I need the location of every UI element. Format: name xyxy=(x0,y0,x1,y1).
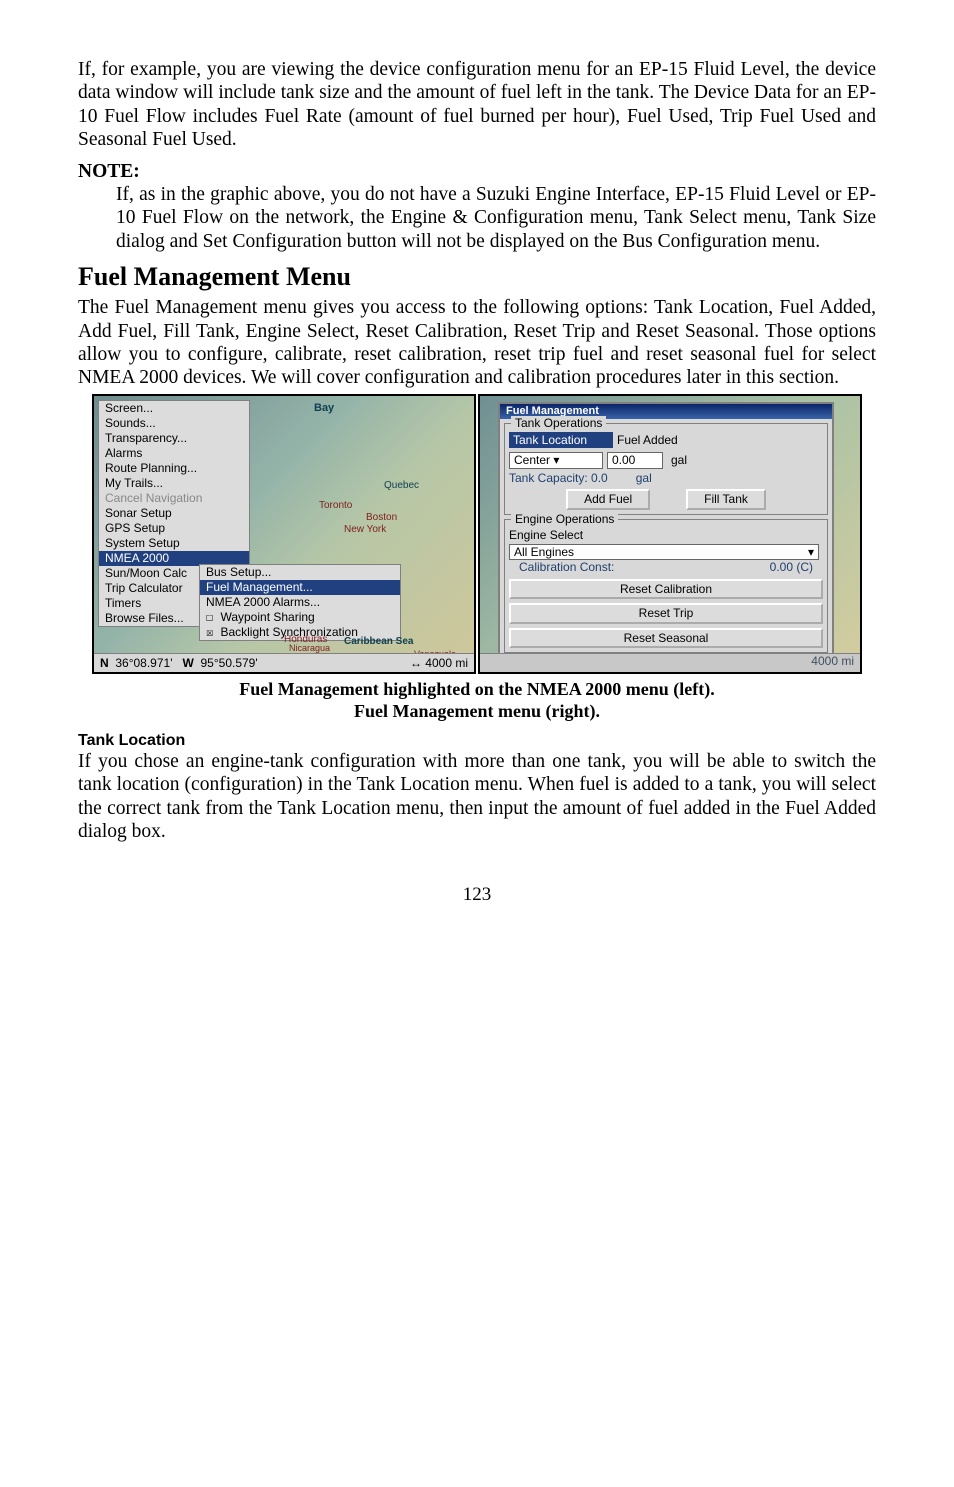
engine-operations-group: Engine Operations Engine Select All Engi… xyxy=(504,519,828,653)
section-heading: Fuel Management Menu xyxy=(78,261,876,292)
menu-item[interactable]: System Setup xyxy=(99,536,249,551)
figure-caption: Fuel Management highlighted on the NMEA … xyxy=(78,678,876,723)
fuel-management-dialog: Fuel Management Tank Operations Tank Loc… xyxy=(498,402,834,657)
map-label-caribbean: Caribbean Sea xyxy=(344,636,413,648)
menu-item[interactable]: Sounds... xyxy=(99,416,249,431)
menu-item[interactable]: GPS Setup xyxy=(99,521,249,536)
tank-capacity-unit: gal xyxy=(636,471,652,485)
submenu-item-selected[interactable]: Fuel Management... xyxy=(200,580,400,595)
add-fuel-button[interactable]: Add Fuel xyxy=(566,489,650,509)
paragraph-1: If, for example, you are viewing the dev… xyxy=(78,58,876,152)
submenu-item[interactable]: NMEA 2000 Alarms... xyxy=(200,595,400,610)
map-label-toronto: Toronto xyxy=(319,500,352,512)
menu-item[interactable]: Screen... xyxy=(99,401,249,416)
tank-capacity-label: Tank Capacity: 0.0 xyxy=(509,471,608,485)
map-label-quebec: Quebec xyxy=(384,480,419,492)
menu-item[interactable]: My Trails... xyxy=(99,476,249,491)
menu-item-disabled: Cancel Navigation xyxy=(99,491,249,506)
status-bar-right: 4000 mi xyxy=(480,653,860,672)
calibration-const-value: 0.00 (C) xyxy=(770,560,813,574)
reset-trip-button[interactable]: Reset Trip xyxy=(509,603,823,623)
tank-location-heading: Tank Location xyxy=(78,731,876,750)
group-title: Tank Operations xyxy=(511,416,606,430)
map-label-bay: Bay xyxy=(314,402,334,415)
tank-location-select[interactable]: Center ▾ xyxy=(509,452,603,468)
reset-calibration-button[interactable]: Reset Calibration xyxy=(509,579,823,599)
submenu-item[interactable]: Bus Setup... xyxy=(200,565,400,580)
engine-select-label: Engine Select xyxy=(509,528,823,542)
status-bar-left: N 36°08.971' W 95°50.579' ↔ 4000 mi xyxy=(94,653,474,672)
tank-location-label: Tank Location xyxy=(509,432,613,448)
menu-item[interactable]: Alarms xyxy=(99,446,249,461)
fill-tank-button[interactable]: Fill Tank xyxy=(686,489,766,509)
page-number: 123 xyxy=(78,884,876,907)
submenu: Bus Setup... Fuel Management... NMEA 200… xyxy=(199,564,401,641)
note-heading: NOTE: xyxy=(78,160,876,183)
reset-seasonal-button[interactable]: Reset Seasonal xyxy=(509,628,823,648)
screenshot-row: Bay Quebec Toronto Boston New York Scree… xyxy=(78,394,876,674)
menu-item[interactable]: Transparency... xyxy=(99,431,249,446)
paragraph-3: If you chose an engine-tank configuratio… xyxy=(78,750,876,844)
menu-item[interactable]: Route Planning... xyxy=(99,461,249,476)
menu-item[interactable]: Sonar Setup xyxy=(99,506,249,521)
map-label-boston: Boston xyxy=(366,512,397,524)
screenshot-left: Bay Quebec Toronto Boston New York Scree… xyxy=(92,394,476,674)
screenshot-right: Fuel Management Tank Operations Tank Loc… xyxy=(478,394,862,674)
map-label-newyork: New York xyxy=(344,524,386,536)
engine-select-dropdown[interactable]: All Engines▾ xyxy=(509,544,819,560)
submenu-item[interactable]: ☐ Waypoint Sharing xyxy=(200,610,400,625)
calibration-const-label: Calibration Const: xyxy=(519,560,614,574)
tank-operations-group: Tank Operations Tank Location Fuel Added… xyxy=(504,423,828,515)
fuel-added-label: Fuel Added xyxy=(617,433,678,447)
fuel-added-unit: gal xyxy=(667,453,687,467)
group-title: Engine Operations xyxy=(511,512,618,526)
fuel-added-input[interactable]: 0.00 xyxy=(607,452,663,468)
paragraph-2: The Fuel Management menu gives you acces… xyxy=(78,296,876,390)
note-body: If, as in the graphic above, you do not … xyxy=(116,183,876,253)
